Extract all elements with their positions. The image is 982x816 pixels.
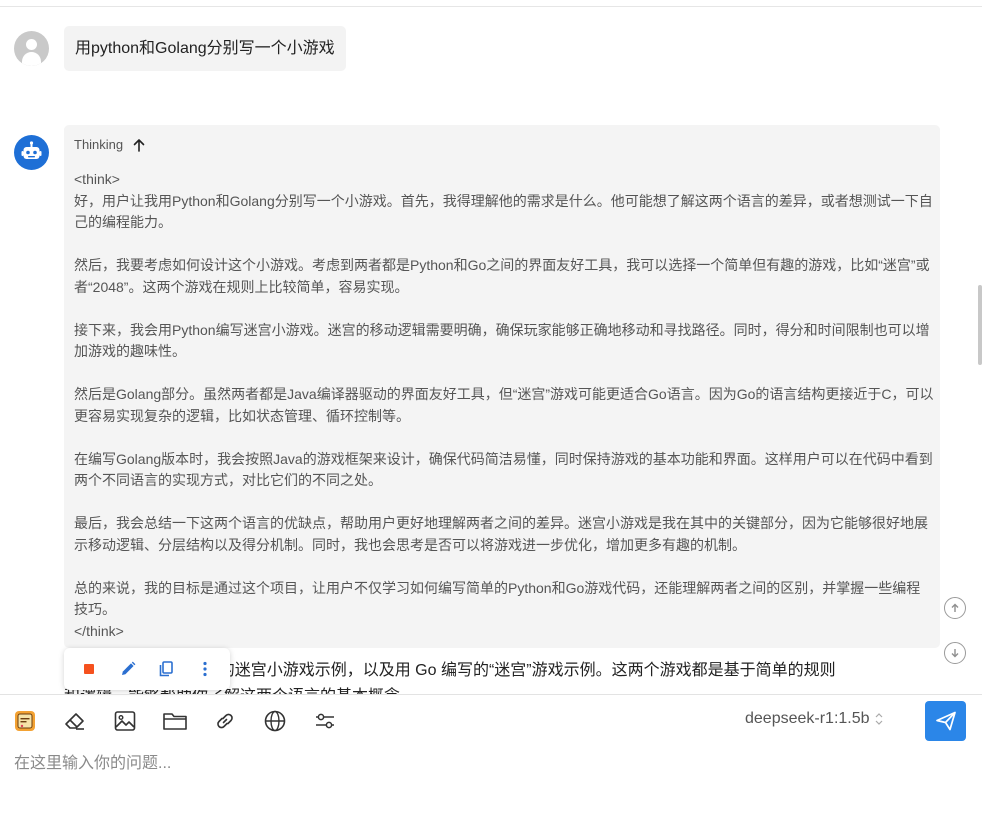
image-icon <box>114 711 136 731</box>
copy-icon <box>159 661 174 677</box>
arrow-up-icon <box>133 138 145 152</box>
think-paragraph: 然后是Golang部分。虽然两者都是Java编译器驱动的界面友好工具，但“迷宫”… <box>74 386 934 424</box>
more-vertical-icon <box>203 661 207 677</box>
user-avatar <box>14 31 49 66</box>
edit-button[interactable] <box>115 656 141 682</box>
stop-button[interactable] <box>76 656 102 682</box>
think-paragraph: 总的来说，我的目标是通过这个项目，让用户不仅学习如何编写简单的Python和Go… <box>74 579 921 618</box>
scroll-to-bottom-button[interactable] <box>944 642 966 664</box>
send-button[interactable] <box>925 701 966 741</box>
chat-scroll-area[interactable]: 用python和Golang分别写一个小游戏 Thinking <think> … <box>0 0 982 694</box>
thinking-content: <think> 好，用户让我用Python和Golang分别写一个小游戏。首先，… <box>74 169 934 642</box>
arrow-up-circle-icon <box>951 603 959 612</box>
pencil-icon <box>121 661 136 675</box>
send-icon <box>935 711 956 731</box>
settings-sliders-icon <box>316 713 334 729</box>
more-options-button[interactable] <box>192 656 218 682</box>
insert-link-button[interactable] <box>212 708 238 734</box>
arrow-down-circle-icon <box>951 649 959 658</box>
copy-button[interactable] <box>153 656 179 682</box>
user-message-bubble: 用python和Golang分别写一个小游戏 <box>64 26 346 71</box>
app-logo-icon <box>15 711 35 731</box>
model-selector[interactable]: deepseek-r1:1.5b <box>745 710 884 728</box>
think-open-tag: <think> <box>74 171 120 187</box>
upload-file-button[interactable] <box>162 708 188 734</box>
app-logo-button[interactable] <box>12 708 38 734</box>
upload-image-button[interactable] <box>112 708 138 734</box>
message-action-bar <box>64 648 230 690</box>
assistant-avatar <box>14 135 49 170</box>
composer-toolbar <box>12 706 338 736</box>
stop-square-icon <box>84 664 95 674</box>
think-paragraph: 在编写Golang版本时，我会按照Java的游戏框架来设计，确保代码简洁易懂，同… <box>74 450 933 489</box>
think-paragraph: 好，用户让我用Python和Golang分别写一个小游戏。首先，我得理解他的需求… <box>74 192 933 231</box>
eraser-icon <box>65 713 84 730</box>
think-paragraph: 最后，我会总结一下这两个语言的优缺点，帮助用户更好地理解两者之间的差异。迷宫小游… <box>74 515 928 553</box>
think-paragraph: 接下来，我会用Python编写迷宫小游戏。迷宫的移动逻辑需要明确，确保玩家能够正… <box>74 321 930 360</box>
link-icon <box>217 713 233 729</box>
thinking-toggle[interactable]: Thinking <box>74 137 145 152</box>
web-search-button[interactable] <box>262 708 288 734</box>
thinking-label: Thinking <box>74 137 124 152</box>
chevron-up-down-icon <box>875 713 882 725</box>
scroll-to-top-button[interactable] <box>944 597 966 619</box>
settings-button[interactable] <box>312 708 338 734</box>
folder-icon <box>163 713 187 730</box>
scrollbar-thumb[interactable] <box>978 285 982 365</box>
question-input[interactable] <box>14 752 914 776</box>
think-paragraph: 然后，我要考虑如何设计这个小游戏。考虑到两者都是Python和Go之间的界面友好… <box>74 257 930 295</box>
clear-context-button[interactable] <box>62 708 88 734</box>
composer-divider <box>0 694 982 695</box>
thinking-panel: Thinking <think> 好，用户让我用Python和Golang分别写… <box>64 125 940 648</box>
model-name: deepseek-r1:1.5b <box>745 710 870 727</box>
think-close-tag: </think> <box>74 622 124 639</box>
robot-icon <box>21 141 42 159</box>
globe-icon <box>264 710 286 732</box>
